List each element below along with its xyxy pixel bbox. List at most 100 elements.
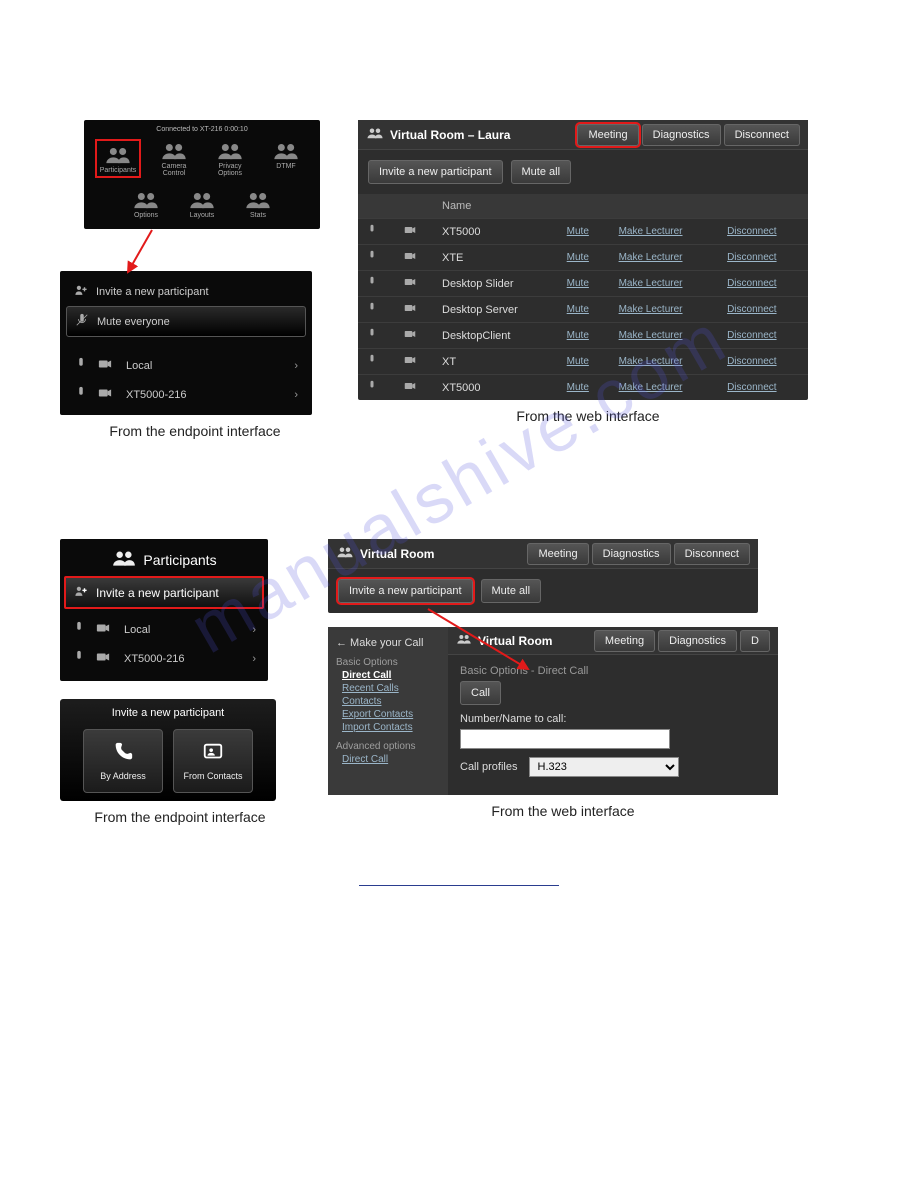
disconnect-link[interactable]: Disconnect — [719, 245, 808, 271]
sidebar-link[interactable]: Direct Call — [342, 670, 440, 681]
tab-meeting[interactable]: Meeting — [527, 543, 588, 565]
number-label: Number/Name to call: — [460, 713, 766, 725]
cam-icon — [396, 323, 434, 349]
mute-link[interactable]: Mute — [559, 375, 611, 401]
number-input[interactable] — [460, 729, 670, 749]
participant-row[interactable]: Local› — [66, 351, 306, 380]
invite-dialog: Invite a new participant By Address From… — [60, 699, 276, 801]
participant-name: XT5000 — [434, 219, 559, 245]
call-status: Connected to XT-216 0:00:10 — [92, 126, 312, 133]
endpoint-cell-3[interactable]: DTMF — [263, 139, 309, 178]
make-lecturer-link[interactable]: Make Lecturer — [611, 349, 720, 375]
mic-icon — [358, 271, 396, 297]
red-arrow — [122, 228, 162, 276]
disconnect-link[interactable]: Disconnect — [719, 375, 808, 401]
sidebar-link[interactable]: Export Contacts — [342, 709, 440, 720]
disconnect-link[interactable]: Disconnect — [719, 271, 808, 297]
disconnect-link[interactable]: Disconnect — [719, 349, 808, 375]
endpoint-cell-0[interactable]: Participants — [95, 139, 141, 178]
table-row: XTMuteMake LecturerDisconnect — [358, 349, 808, 375]
invite-row[interactable]: Invite a new participant — [66, 277, 306, 306]
call-profiles-select[interactable]: H.323 — [529, 757, 679, 777]
mute-link[interactable]: Mute — [559, 323, 611, 349]
advanced-options-label: Advanced options — [336, 741, 440, 752]
cam-icon — [396, 349, 434, 375]
sidebar-link[interactable]: Contacts — [342, 696, 440, 707]
make-lecturer-link[interactable]: Make Lecturer — [611, 323, 720, 349]
cell-icon — [99, 143, 137, 167]
people-icon — [366, 126, 384, 143]
make-lecturer-link[interactable]: Make Lecturer — [611, 245, 720, 271]
tab-meeting[interactable]: Meeting — [577, 124, 638, 146]
cell-icon — [179, 188, 225, 212]
phone-icon — [112, 741, 134, 765]
cam-icon — [396, 245, 434, 271]
participants-table: Name XT5000MuteMake LecturerDisconnectXT… — [358, 194, 808, 400]
inner-room-title: Virtual Room — [456, 633, 552, 648]
make-lecturer-link[interactable]: Make Lecturer — [611, 297, 720, 323]
disconnect-link[interactable]: Disconnect — [719, 297, 808, 323]
mic-icon — [358, 297, 396, 323]
mute-row[interactable]: Mute everyone — [66, 306, 306, 337]
by-address-button[interactable]: By Address — [83, 729, 163, 793]
endpoint-cell-4[interactable]: Options — [123, 188, 169, 219]
disconnect-link[interactable]: Disconnect — [719, 219, 808, 245]
room-title: Virtual Room – Laura — [366, 126, 510, 143]
tab-d[interactable]: D — [740, 630, 770, 652]
toolbar-button[interactable]: Mute all — [481, 579, 542, 603]
tab-disconnect[interactable]: Disconnect — [674, 543, 750, 565]
cam-icon — [98, 386, 112, 403]
mute-link[interactable]: Mute — [559, 271, 611, 297]
mute-link[interactable]: Mute — [559, 349, 611, 375]
sidebar-link[interactable]: Recent Calls — [342, 683, 440, 694]
disconnect-link[interactable]: Disconnect — [719, 323, 808, 349]
sidebar-link[interactable]: Import Contacts — [342, 722, 440, 733]
participant-row[interactable]: Local› — [64, 615, 264, 644]
mute-link[interactable]: Mute — [559, 297, 611, 323]
mic-icon — [358, 349, 396, 375]
sidebar: ← Make your Call Basic Options Direct Ca… — [328, 627, 448, 795]
make-lecturer-link[interactable]: Make Lecturer — [611, 375, 720, 401]
mute-link[interactable]: Mute — [559, 219, 611, 245]
participant-row[interactable]: XT5000-216› — [64, 644, 264, 673]
tab-disconnect[interactable]: Disconnect — [724, 124, 800, 146]
call-button[interactable]: Call — [460, 681, 501, 705]
table-row: Desktop ServerMuteMake LecturerDisconnec… — [358, 297, 808, 323]
participant-row[interactable]: XT5000-216› — [66, 380, 306, 409]
make-lecturer-link[interactable]: Make Lecturer — [611, 219, 720, 245]
tab-diagnostics[interactable]: Diagnostics — [658, 630, 737, 652]
chevron-right-icon: › — [252, 624, 256, 636]
web-figure-2: Virtual Room Meeting Diagnostics Disconn… — [328, 539, 798, 819]
tab-diagnostics[interactable]: Diagnostics — [642, 124, 721, 146]
web-figure-1: Virtual Room – Laura Meeting Diagnostics… — [358, 120, 818, 424]
participant-name: XT5000 — [434, 375, 559, 401]
from-contacts-button[interactable]: From Contacts — [173, 729, 253, 793]
sidebar-link[interactable]: Direct Call — [342, 754, 440, 765]
invite-row[interactable]: Invite a new participant — [64, 576, 264, 609]
cam-icon — [396, 219, 434, 245]
mic-icon — [74, 357, 88, 374]
chevron-right-icon: › — [252, 653, 256, 665]
toolbar-button[interactable]: Invite a new participant — [338, 579, 473, 603]
endpoint-cell-1[interactable]: Camera Control — [151, 139, 197, 178]
caption-right-2: From the web interface — [328, 803, 798, 819]
cam-icon — [396, 375, 434, 401]
table-row: DesktopClientMuteMake LecturerDisconnect — [358, 323, 808, 349]
caption-left-1: From the endpoint interface — [60, 423, 330, 439]
basic-options-label: Basic Options — [336, 657, 440, 668]
row-icon — [74, 283, 88, 300]
sidebar-header[interactable]: ← Make your Call — [336, 637, 440, 649]
endpoint-cell-2[interactable]: Privacy Options — [207, 139, 253, 178]
endpoint-cell-5[interactable]: Layouts — [179, 188, 225, 219]
tab-meeting[interactable]: Meeting — [594, 630, 655, 652]
toolbar-button[interactable]: Invite a new participant — [368, 160, 503, 184]
people-icon — [456, 633, 472, 648]
people-icon — [336, 545, 354, 562]
tab-diagnostics[interactable]: Diagnostics — [592, 543, 671, 565]
mute-link[interactable]: Mute — [559, 245, 611, 271]
toolbar-button[interactable]: Mute all — [511, 160, 572, 184]
make-lecturer-link[interactable]: Make Lecturer — [611, 271, 720, 297]
cam-icon — [96, 650, 110, 667]
cell-icon — [207, 139, 253, 163]
endpoint-cell-6[interactable]: Stats — [235, 188, 281, 219]
